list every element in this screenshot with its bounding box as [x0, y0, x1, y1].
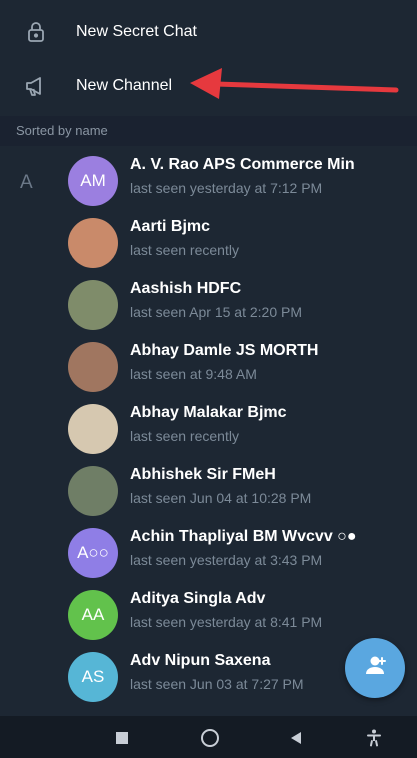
new-secret-chat-label: New Secret Chat	[76, 23, 197, 40]
square-icon	[116, 732, 128, 744]
contact-status: last seen yesterday at 3:43 PM	[130, 552, 323, 568]
new-secret-chat-item[interactable]: New Secret Chat	[0, 5, 417, 59]
lock-icon	[22, 18, 50, 46]
sorted-by-label: Sorted by name	[16, 123, 108, 138]
add-contact-button[interactable]	[345, 638, 405, 698]
new-channel-label: New Channel	[76, 77, 173, 94]
contact-status: last seen Jun 04 at 10:28 PM	[130, 490, 312, 506]
contact-row[interactable]: Aashish HDFC last seen Apr 15 at 2:20 PM	[0, 274, 417, 336]
contact-status: last seen yesterday at 7:12 PM	[130, 180, 323, 196]
triangle-back-icon	[291, 732, 301, 744]
circle-icon	[201, 729, 219, 747]
megaphone-icon	[22, 72, 50, 100]
avatar: AM	[68, 156, 118, 206]
avatar	[68, 404, 118, 454]
contact-status: last seen yesterday at 8:41 PM	[130, 614, 323, 630]
avatar	[68, 466, 118, 516]
accessibility-button[interactable]	[362, 726, 386, 750]
contact-name: Aditya Singla Adv	[130, 590, 266, 607]
home-button[interactable]	[198, 726, 222, 750]
avatar: AA	[68, 590, 118, 640]
contact-row[interactable]: Abhay Malakar Bjmc last seen recently	[0, 398, 417, 460]
annotation-arrow	[190, 68, 399, 99]
avatar	[68, 218, 118, 268]
contact-name: Aarti Bjmc	[130, 218, 211, 235]
contact-name: Abhay Damle JS MORTH	[130, 342, 319, 359]
contact-name: A. V. Rao APS Commerce Min	[130, 156, 355, 173]
contact-row[interactable]: Abhay Damle JS MORTH last seen at 9:48 A…	[0, 336, 417, 398]
contact-status: last seen at 9:48 AM	[130, 366, 257, 382]
recent-apps-button[interactable]	[110, 726, 134, 750]
contact-status: last seen Apr 15 at 2:20 PM	[130, 304, 302, 320]
contact-row[interactable]: A○○ Achin Thapliyal BM Wvcvv ○● last see…	[0, 522, 417, 584]
sorted-by-header: Sorted by name	[0, 116, 417, 146]
contact-name: Abhay Malakar Bjmc	[130, 404, 287, 421]
contact-name: Abhishek Sir FMeH	[130, 466, 276, 483]
avatar: AS	[68, 652, 118, 702]
contact-status: last seen recently	[130, 428, 239, 444]
contact-status: last seen Jun 03 at 7:27 PM	[130, 676, 304, 692]
contact-row[interactable]: AA Aditya Singla Adv last seen yesterday…	[0, 584, 417, 646]
add-person-icon	[362, 653, 388, 684]
contact-status: last seen recently	[130, 242, 239, 258]
contact-row[interactable]: Abhishek Sir FMeH last seen Jun 04 at 10…	[0, 460, 417, 522]
contact-name: Achin Thapliyal BM Wvcvv ○●	[130, 528, 357, 545]
avatar: A○○	[68, 528, 118, 578]
system-nav-bar	[0, 716, 417, 758]
contact-name: Aashish HDFC	[130, 280, 242, 297]
contact-row[interactable]: AM A. V. Rao APS Commerce Min last seen …	[0, 150, 417, 212]
contact-row[interactable]: Aarti Bjmc last seen recently	[0, 212, 417, 274]
contact-name: Adv Nipun Saxena	[130, 652, 271, 669]
accessibility-icon	[367, 729, 381, 747]
back-button[interactable]	[284, 726, 308, 750]
avatar	[68, 342, 118, 392]
avatar	[68, 280, 118, 330]
